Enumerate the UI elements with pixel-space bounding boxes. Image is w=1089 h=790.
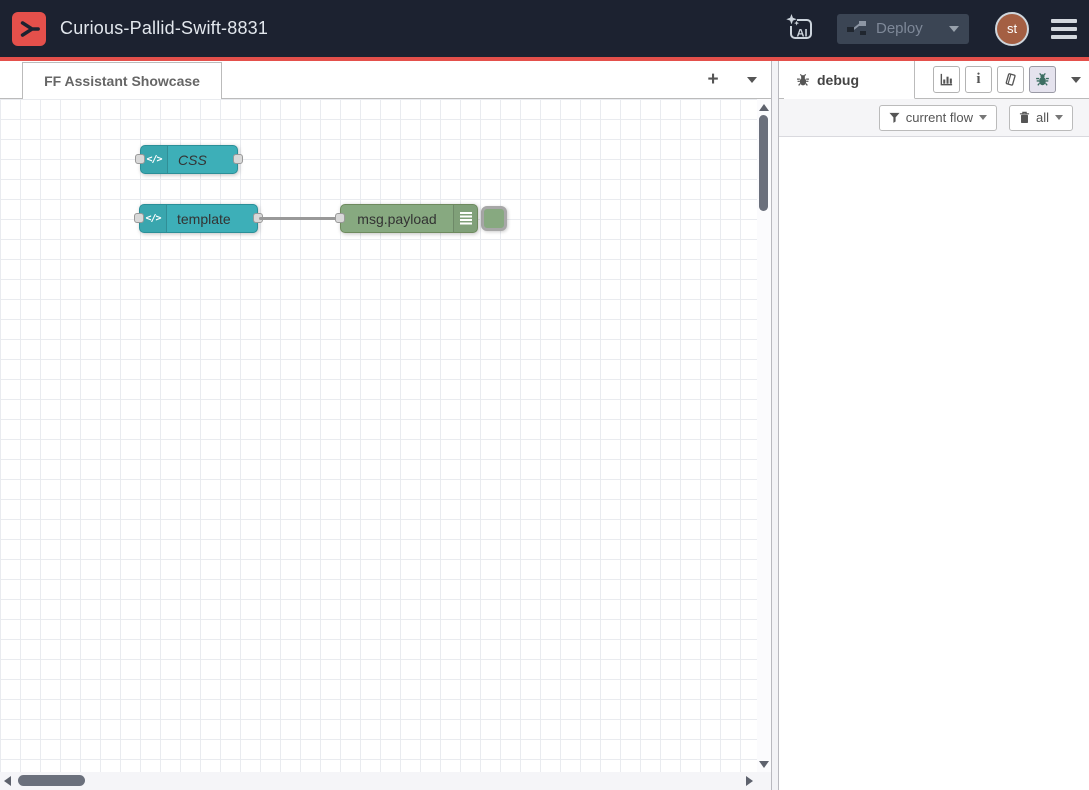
funnel-icon [889, 112, 900, 123]
scroll-down-arrow[interactable] [759, 761, 769, 768]
horizontal-scrollbar[interactable] [0, 772, 771, 790]
scroll-right-arrow[interactable] [746, 776, 753, 786]
node-label: msg.payload [341, 205, 453, 232]
help-docs-button[interactable] [997, 66, 1024, 93]
main-menu-button[interactable] [1051, 19, 1077, 39]
sidebar-tab-bar: debug i [779, 61, 1089, 99]
flow-tab-bar: FF Assistant Showcase + [0, 61, 771, 99]
debug-panel-button[interactable] [1029, 66, 1056, 93]
bar-chart-icon [939, 72, 954, 87]
horizontal-scroll-thumb[interactable] [18, 775, 85, 786]
output-port[interactable] [233, 154, 243, 164]
info-icon: i [976, 72, 980, 87]
vertical-scroll-thumb[interactable] [759, 115, 768, 211]
flow-tab-label: FF Assistant Showcase [44, 73, 200, 89]
sidebar: debug i [779, 61, 1089, 790]
debug-messages-panel[interactable] [779, 137, 1089, 790]
hamburger-icon [1051, 27, 1077, 31]
debug-filter-toolbar: current flow all [779, 99, 1089, 137]
svg-text:AI: AI [797, 27, 808, 39]
flowfuse-logo-icon [16, 16, 42, 42]
main-area: FF Assistant Showcase + </> CSS [0, 61, 1089, 790]
user-avatar[interactable]: st [995, 12, 1029, 46]
ai-sparkle-icon: AI [783, 12, 817, 46]
code-icon: </> [141, 146, 168, 173]
canvas-row: </> CSS </> template [0, 99, 771, 772]
clear-caret-icon [1055, 115, 1063, 120]
sidebar-menu-caret-icon[interactable] [1071, 77, 1081, 83]
flow-canvas[interactable]: </> CSS </> template [0, 99, 757, 772]
wire-template-to-debug[interactable] [259, 217, 341, 220]
hamburger-icon [1051, 35, 1077, 39]
sidebar-tab-buttons: i [933, 61, 1089, 98]
hamburger-icon [1051, 19, 1077, 23]
workspace: FF Assistant Showcase + </> CSS [0, 61, 771, 790]
book-icon [1003, 72, 1018, 87]
dashboard-chart-button[interactable] [933, 66, 960, 93]
bug-icon [796, 73, 810, 87]
input-port[interactable] [335, 213, 345, 223]
add-flow-button[interactable]: + [701, 68, 725, 92]
debug-sidebar-indicator-icon [453, 205, 477, 232]
node-red-editor: Curious-Pallid-Swift-8831 AI Deploy st [0, 0, 1089, 790]
header-bar: Curious-Pallid-Swift-8831 AI Deploy st [0, 0, 1089, 61]
flowfuse-logo[interactable] [12, 12, 46, 46]
clear-messages-button[interactable]: all [1009, 105, 1073, 131]
sidebar-resize-handle[interactable] [771, 61, 779, 790]
deploy-caret-icon[interactable] [949, 26, 959, 32]
code-icon: </> [140, 205, 167, 232]
bug-icon [1035, 72, 1050, 87]
node-label: template [167, 205, 257, 232]
sidebar-tab-label: debug [817, 72, 859, 88]
node-label: CSS [168, 146, 237, 173]
deploy-nodes-icon [847, 20, 867, 37]
node-template[interactable]: </> template [139, 204, 258, 233]
vertical-scrollbar[interactable] [757, 99, 771, 772]
info-button[interactable]: i [965, 66, 992, 93]
filter-caret-icon [979, 115, 987, 120]
input-port[interactable] [135, 154, 145, 164]
deploy-button-label: Deploy [876, 20, 940, 37]
filter-scope-label: current flow [906, 110, 973, 125]
clear-messages-label: all [1036, 110, 1049, 125]
flow-list-caret-icon[interactable] [747, 77, 757, 83]
filter-scope-button[interactable]: current flow [879, 105, 997, 131]
page-title: Curious-Pallid-Swift-8831 [60, 18, 268, 39]
sidebar-tab-debug[interactable]: debug [784, 61, 915, 99]
debug-enable-toggle-button[interactable] [481, 206, 507, 231]
ai-assistant-button[interactable]: AI [783, 12, 817, 46]
input-port[interactable] [134, 213, 144, 223]
scroll-up-arrow[interactable] [759, 104, 769, 111]
node-debug[interactable]: msg.payload [340, 204, 478, 233]
trash-icon [1019, 111, 1030, 124]
node-css-template[interactable]: </> CSS [140, 145, 238, 174]
flow-tab[interactable]: FF Assistant Showcase [22, 62, 222, 99]
deploy-button[interactable]: Deploy [837, 14, 969, 44]
scroll-left-arrow[interactable] [4, 776, 11, 786]
